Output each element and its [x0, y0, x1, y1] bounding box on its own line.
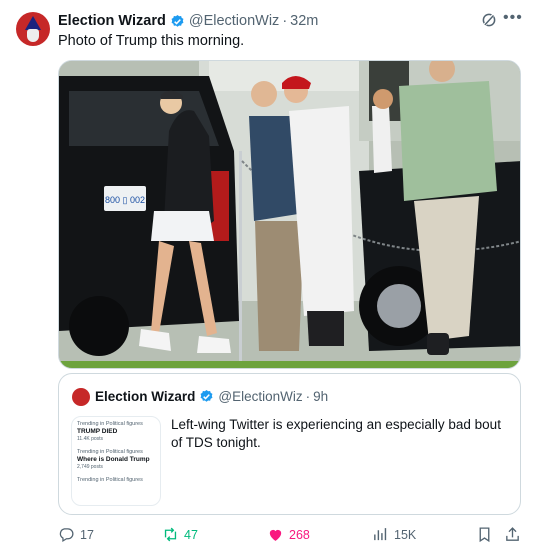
- quoted-post-text: Left-wing Twitter is experiencing an esp…: [171, 417, 501, 450]
- bookmark-icon: [479, 527, 490, 543]
- author-avatar[interactable]: [16, 12, 50, 46]
- share-icon: [506, 527, 519, 541]
- photo-scene: 800 ▯ 002: [59, 61, 520, 368]
- quoted-post-header: Election Wizard @ElectionWiz · 9h: [95, 389, 328, 404]
- trend-category: Trending in Political figures: [77, 477, 143, 483]
- trend-category: Trending in Political figures: [77, 449, 143, 455]
- post-header: Election Wizard @ElectionWiz · 32m: [58, 12, 318, 30]
- heart-icon: [269, 529, 282, 541]
- post-photo[interactable]: 800 ▯ 002: [58, 60, 521, 369]
- repost-button[interactable]: 47: [162, 526, 198, 543]
- trend-topic: Where is Donald Trump: [77, 456, 150, 463]
- views-button[interactable]: 15K: [372, 526, 416, 543]
- bookmark-button[interactable]: [476, 526, 498, 543]
- like-count: 268: [289, 527, 310, 542]
- trend-category: Trending in Political figures: [77, 421, 143, 427]
- trend-item: Trending in Political figures Where is D…: [77, 449, 155, 470]
- quoted-thumbnail: Trending in Political figures TRUMP DIED…: [71, 416, 161, 506]
- quoted-author-handle: @ElectionWiz: [218, 389, 303, 404]
- verified-badge-icon: [171, 14, 184, 27]
- views-icon: [374, 528, 387, 541]
- trend-topic: TRUMP DIED: [77, 428, 118, 435]
- author-handle[interactable]: @ElectionWiz: [189, 13, 279, 29]
- author-name[interactable]: Election Wizard: [58, 13, 166, 29]
- trend-posts: 2,749 posts: [77, 464, 103, 470]
- reply-icon: [59, 528, 74, 543]
- grok-icon[interactable]: [480, 11, 498, 29]
- quoted-post-time: 9h: [313, 389, 329, 404]
- post-text: Photo of Trump this morning.: [58, 33, 245, 49]
- like-button[interactable]: 268: [267, 526, 310, 543]
- post-time[interactable]: 32m: [290, 13, 318, 29]
- more-icon[interactable]: •••: [503, 9, 523, 27]
- trend-posts: 11.4K posts: [77, 436, 104, 442]
- repost-icon: [164, 527, 177, 542]
- separator: ·: [305, 389, 311, 404]
- reply-count: 17: [80, 527, 94, 542]
- verified-badge-icon: [200, 389, 213, 402]
- quoted-author-name: Election Wizard: [95, 389, 196, 404]
- share-button[interactable]: [504, 526, 526, 543]
- action-bar: 17 47 268 15K: [58, 526, 521, 546]
- reply-button[interactable]: 17: [58, 526, 94, 543]
- quoted-post[interactable]: Election Wizard @ElectionWiz · 9h Trendi…: [58, 373, 521, 515]
- trend-item: Trending in Political figures: [77, 477, 155, 483]
- repost-count: 47: [184, 527, 198, 542]
- quoted-author-avatar: [72, 388, 90, 406]
- separator: ·: [282, 13, 288, 29]
- views-count: 15K: [394, 527, 417, 542]
- license-plate: 800 ▯ 002: [105, 195, 145, 205]
- trend-item: Trending in Political figures TRUMP DIED…: [77, 421, 155, 442]
